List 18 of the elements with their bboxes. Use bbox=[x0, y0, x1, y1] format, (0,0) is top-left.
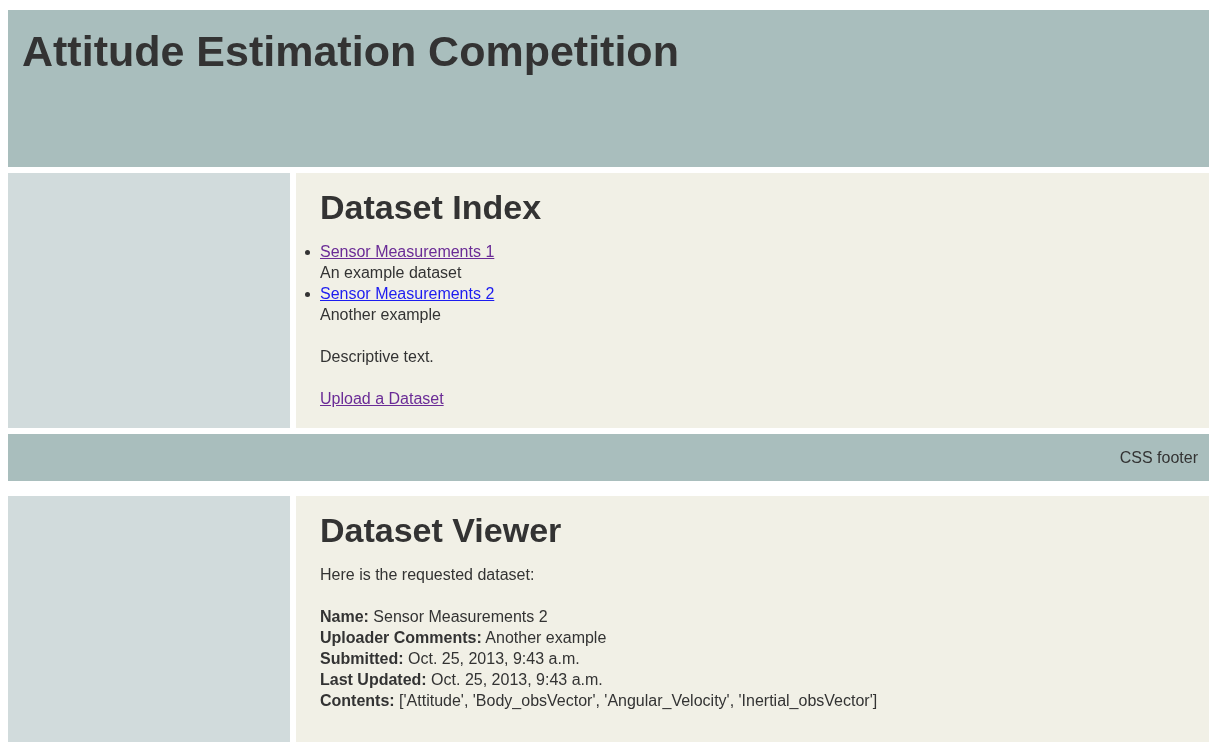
detail-line: Uploader Comments: Another example bbox=[320, 628, 607, 648]
intro-text: Here is the requested dataset: bbox=[320, 565, 535, 585]
dataset-description: Another example bbox=[320, 305, 441, 325]
descriptive-text: Descriptive text. bbox=[320, 347, 434, 367]
site-title: Attitude Estimation Competition bbox=[22, 26, 679, 76]
page-heading: Dataset Viewer bbox=[320, 510, 562, 550]
detail-line: Submitted: Oct. 25, 2013, 9:43 a.m. bbox=[320, 649, 580, 669]
dataset-link[interactable]: Sensor Measurements 1 bbox=[320, 241, 495, 262]
page-heading: Dataset Index bbox=[320, 187, 542, 227]
detail-line: Contents: ['Attitude', 'Body_obsVector', 'Angular_Velocity', 'Inertial_obsVector'] bbox=[320, 691, 878, 711]
dataset-link[interactable]: Sensor Measurements 2 bbox=[320, 283, 495, 304]
dataset-description: An example dataset bbox=[320, 263, 462, 283]
bullet-icon bbox=[305, 292, 310, 297]
footer-text: CSS footer bbox=[1119, 448, 1198, 468]
detail-line: Name: Sensor Measurements 2 bbox=[320, 607, 548, 627]
upload-link[interactable]: Upload a Dataset bbox=[320, 390, 444, 407]
detail-line: Last Updated: Oct. 25, 2013, 9:43 a.m. bbox=[320, 670, 603, 690]
bullet-icon bbox=[305, 250, 310, 255]
